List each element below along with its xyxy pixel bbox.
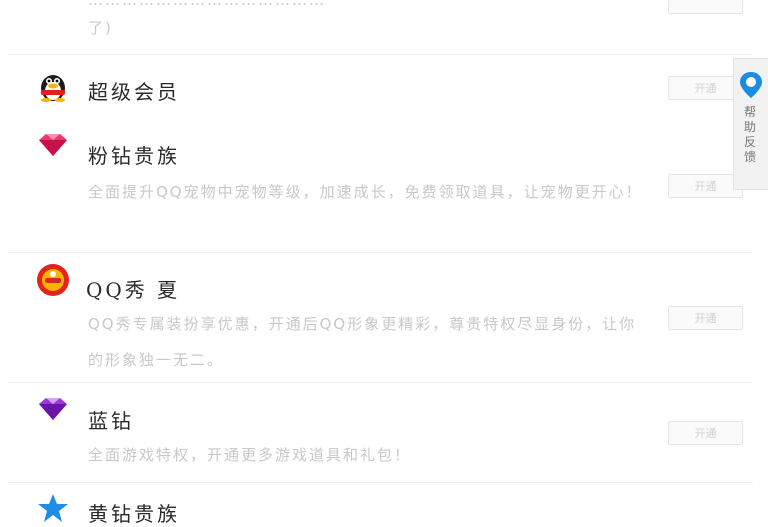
blue-star-icon <box>38 494 68 522</box>
help-feedback-side-tab[interactable]: 帮助反馈 <box>733 58 768 190</box>
item-description: QQ秀专属装扮享优惠，开通后QQ形象更精彩，尊贵特权尽显身份，让你的形象独一无二… <box>88 315 637 369</box>
side-tab-label: 帮助反馈 <box>744 105 757 164</box>
purple-diamond-icon <box>39 398 67 420</box>
privilege-list-panel: …………………………………… 了) 超级会员 开通 粉钻贵族 全面提升QQ宠物中… <box>8 0 753 526</box>
qq-penguin-icon <box>41 75 65 102</box>
activate-button[interactable]: 开通 <box>668 421 743 445</box>
item-description-cont: 了) <box>88 19 113 37</box>
divider <box>8 252 753 253</box>
item-title: 粉钻贵族 <box>88 144 180 168</box>
divider <box>8 482 753 483</box>
item-title: QQ秀 夏 <box>86 278 181 302</box>
divider <box>8 382 753 383</box>
item-title: 黄钻贵族 <box>88 502 180 526</box>
qq-show-icon <box>37 264 69 296</box>
divider <box>8 54 753 55</box>
activate-button[interactable]: 开通 <box>668 174 743 198</box>
item-title: 蓝钻 <box>88 409 134 433</box>
item-description: 全面游戏特权，开通更多游戏道具和礼包！ <box>88 446 412 464</box>
pink-diamond-icon <box>39 134 67 156</box>
activate-button[interactable]: 开通 <box>668 306 743 330</box>
location-pin-icon <box>740 72 762 98</box>
item-title: 超级会员 <box>88 80 180 104</box>
item-description: 全面提升QQ宠物中宠物等级，加速成长，免费领取道具，让宠物更开心！ <box>88 183 643 201</box>
activate-button[interactable] <box>668 0 743 14</box>
activate-button[interactable]: 开通 <box>668 76 743 100</box>
